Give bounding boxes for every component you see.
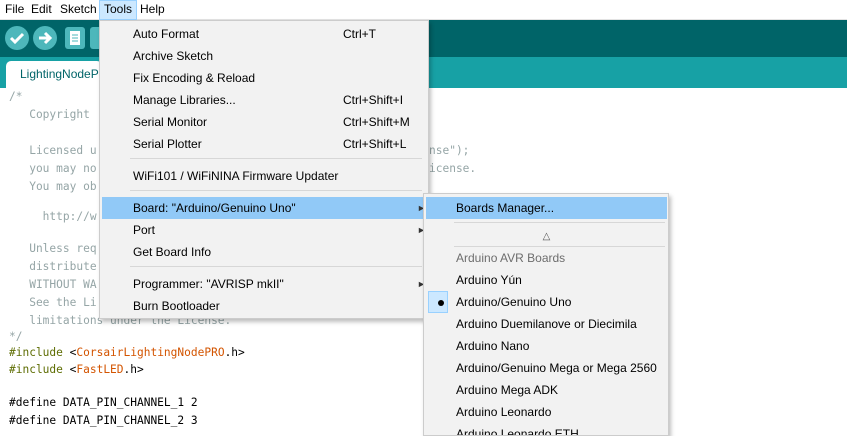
board-item[interactable]: Arduino Duemilanove or Diecimila	[426, 313, 667, 335]
menu-item-label: Port	[133, 223, 156, 237]
include-keyword: #include	[9, 363, 63, 376]
code-line: http://w	[9, 210, 97, 223]
board-submenu: Boards Manager... △ Arduino AVR Boards A…	[423, 193, 669, 436]
menu-item-board[interactable]: Board: "Arduino/Genuino Uno" ►	[102, 197, 427, 219]
menu-file[interactable]: File	[1, 0, 28, 20]
menu-item-shortcut: Ctrl+T	[343, 27, 376, 41]
menu-item-label: Manage Libraries...	[133, 93, 236, 107]
board-item-label: Arduino/Genuino Uno	[456, 295, 572, 309]
menu-item-label: Archive Sketch	[133, 49, 214, 63]
code-line: WITHOUT WA	[9, 278, 97, 291]
board-item[interactable]: Arduino Leonardo	[426, 401, 667, 423]
code-line: See the Li	[9, 296, 97, 309]
menu-separator	[130, 266, 422, 267]
menu-item-shortcut: Ctrl+Shift+M	[343, 115, 410, 129]
board-item-label: Arduino/Genuino Mega or Mega 2560	[456, 361, 657, 375]
define-line: #define DATA_PIN_CHANNEL_1 2	[9, 396, 198, 409]
upload-button[interactable]	[33, 26, 57, 50]
code-line: Unless req	[9, 242, 97, 255]
menu-tools[interactable]: Tools	[99, 0, 138, 20]
include-line: #include <FastLED.h>	[9, 361, 144, 379]
menu-item-fix-encoding[interactable]: Fix Encoding & Reload	[102, 67, 427, 89]
include-library: FastLED	[76, 363, 124, 376]
menu-item-firmware-updater[interactable]: WiFi101 / WiFiNINA Firmware Updater	[102, 165, 427, 187]
menu-item-programmer[interactable]: Programmer: "AVRISP mkII" ►	[102, 273, 427, 295]
include-close: .h>	[123, 363, 144, 376]
menu-item-burn-bootloader[interactable]: Burn Bootloader	[102, 295, 427, 317]
menu-item-label: Fix Encoding & Reload	[133, 71, 256, 85]
menu-item-label: Serial Plotter	[133, 137, 202, 151]
menu-item-shortcut: Ctrl+Shift+L	[343, 137, 407, 151]
code-line: distribute	[9, 260, 97, 273]
menu-item-label: Board: "Arduino/Genuino Uno"	[133, 201, 296, 215]
open-button[interactable]	[90, 27, 99, 49]
include-open: <	[62, 363, 77, 376]
menu-item-get-board-info[interactable]: Get Board Info	[102, 241, 427, 263]
board-item-label: Arduino Yún	[456, 273, 522, 287]
menu-item-label: Burn Bootloader	[133, 299, 220, 313]
verify-button[interactable]	[5, 26, 29, 50]
include-open: <	[62, 346, 77, 359]
code-line: You may ob	[9, 180, 97, 193]
code-line: Copyright	[9, 108, 90, 121]
board-section-header: Arduino AVR Boards	[426, 247, 667, 269]
radio-bullet-icon	[438, 300, 444, 306]
menu-item-manage-libraries[interactable]: Manage Libraries... Ctrl+Shift+I	[102, 89, 427, 111]
menu-separator	[454, 222, 665, 223]
board-item-label: Arduino Mega ADK	[456, 383, 559, 397]
code-line: Licensed u	[9, 144, 97, 157]
section-header-label: Arduino AVR Boards	[456, 251, 566, 265]
menu-item-serial-monitor[interactable]: Serial Monitor Ctrl+Shift+M	[102, 111, 427, 133]
board-item[interactable]: Arduino Yún	[426, 269, 667, 291]
menu-bar: File Edit Sketch Tools Help	[0, 0, 847, 20]
board-item[interactable]: Arduino Nano	[426, 335, 667, 357]
include-keyword: #include	[9, 346, 63, 359]
verify-icon	[9, 32, 25, 45]
code-line: /*	[9, 90, 23, 103]
menu-item-serial-plotter[interactable]: Serial Plotter Ctrl+Shift+L	[102, 133, 427, 155]
board-item-label: Arduino Nano	[456, 339, 530, 353]
scroll-up-arrow-icon[interactable]: △	[426, 230, 667, 244]
tools-menu: Auto Format Ctrl+T Archive Sketch Fix Enc…	[99, 20, 429, 319]
new-button[interactable]	[65, 27, 85, 49]
board-item-label: Arduino Leonardo ETH	[456, 427, 579, 436]
boards-manager-item[interactable]: Boards Manager...	[426, 197, 667, 219]
upload-icon	[39, 31, 53, 45]
include-line: #include <CorsairLightingNodePRO.h>	[9, 344, 245, 362]
selected-indicator	[428, 291, 448, 313]
menu-item-shortcut: Ctrl+Shift+I	[343, 93, 404, 107]
tab-sketch[interactable]: LightingNodePRO	[6, 61, 102, 88]
include-library: CorsairLightingNodePRO	[76, 346, 225, 359]
board-item[interactable]: Arduino Leonardo ETH	[426, 423, 667, 436]
menu-item-port[interactable]: Port ►	[102, 219, 427, 241]
include-close: .h>	[224, 346, 245, 359]
code-line-fragment: icense.	[429, 162, 477, 175]
board-item[interactable]: Arduino/Genuino Mega or Mega 2560	[426, 357, 667, 379]
code-line-fragment: nse");	[429, 144, 470, 157]
open-icon	[90, 27, 99, 49]
menu-item-label: Auto Format	[133, 27, 200, 41]
board-item-label: Arduino Duemilanove or Diecimila	[456, 317, 637, 331]
board-item-label: Arduino Leonardo	[456, 405, 552, 419]
menu-item-label: Boards Manager...	[456, 201, 555, 215]
code-line: you may no	[9, 162, 97, 175]
menu-item-label: Serial Monitor	[133, 115, 208, 129]
board-item[interactable]: Arduino Mega ADK	[426, 379, 667, 401]
new-icon	[70, 31, 80, 45]
menu-separator	[130, 190, 422, 191]
menu-item-label: Programmer: "AVRISP mkII"	[133, 277, 284, 291]
menu-separator	[130, 158, 422, 159]
menu-sketch[interactable]: Sketch	[56, 0, 101, 20]
menu-item-archive-sketch[interactable]: Archive Sketch	[102, 45, 427, 67]
menu-item-label: Get Board Info	[133, 245, 212, 259]
menu-item-label: WiFi101 / WiFiNINA Firmware Updater	[133, 169, 339, 183]
define-line: #define DATA_PIN_CHANNEL_2 3	[9, 414, 198, 427]
menu-edit[interactable]: Edit	[27, 0, 56, 20]
menu-item-auto-format[interactable]: Auto Format Ctrl+T	[102, 23, 427, 45]
menu-help[interactable]: Help	[136, 0, 169, 20]
board-item-selected[interactable]: Arduino/Genuino Uno	[426, 291, 667, 313]
